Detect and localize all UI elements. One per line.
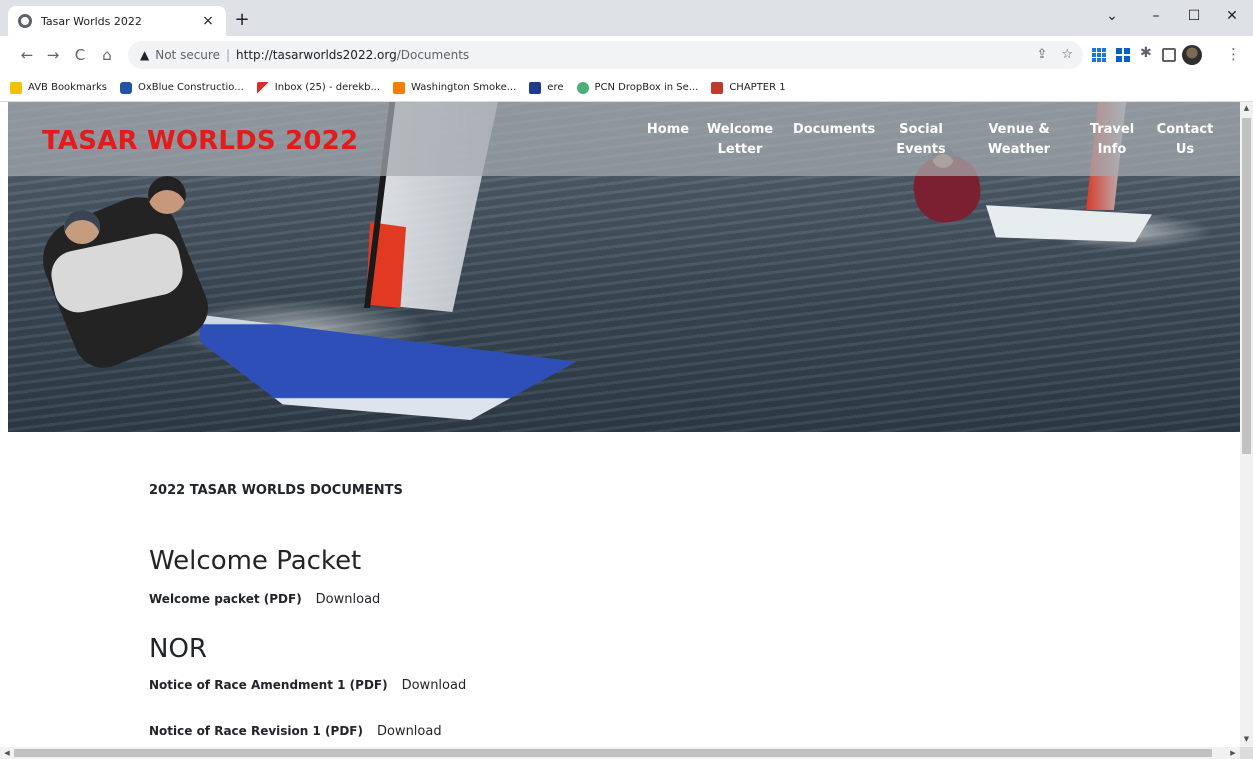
address-bar[interactable]: ▲ Not secure | http://tasarworlds2022.or… <box>128 41 1083 69</box>
bookmark-chapter-1[interactable]: CHAPTER 1 <box>711 81 786 94</box>
gmail-icon <box>256 81 269 94</box>
nav-venue-weather[interactable]: Venue & Weather <box>980 120 1058 160</box>
home-button[interactable]: ⌂ <box>98 46 116 64</box>
vertical-scrollbar[interactable]: ▲ ▼ <box>1240 102 1253 747</box>
scrollbar-corner <box>1240 747 1253 759</box>
bookmark-star-icon[interactable]: ☆ <box>1061 47 1073 62</box>
chapter-icon <box>711 81 724 94</box>
hero-image: TASAR WORLDS 2022 Home Welcome Letter Do… <box>8 102 1240 432</box>
foreground-sailor-head-2 <box>148 176 186 214</box>
browser-menu-icon[interactable]: ⋮ <box>1226 45 1241 63</box>
download-link[interactable]: Download <box>316 592 381 607</box>
scroll-right-arrow-icon[interactable]: ▶ <box>1227 747 1239 759</box>
doc-label: Welcome packet (PDF) <box>149 592 302 606</box>
ere-icon <box>529 81 542 94</box>
bookmarks-bar: AVB Bookmarks OxBlue Constructio... Inbo… <box>0 74 1253 102</box>
bookmark-inbox[interactable]: Inbox (25) - derekb... <box>256 81 380 94</box>
doc-label: Notice of Race Amendment 1 (PDF) <box>149 678 388 692</box>
forward-button[interactable]: → <box>44 46 62 64</box>
nav-documents[interactable]: Documents <box>793 120 875 140</box>
tab-strip: Tasar Worlds 2022 × + ⌄ – ☐ ✕ <box>0 0 1253 36</box>
horizontal-scroll-thumb[interactable] <box>14 749 1212 757</box>
windows-extension-icon[interactable] <box>1116 48 1130 62</box>
download-link[interactable]: Download <box>377 724 442 739</box>
reload-button[interactable]: C <box>71 46 89 64</box>
nav-travel-info[interactable]: Travel Info <box>1084 120 1140 160</box>
grid-extension-icon[interactable] <box>1092 48 1106 62</box>
bookmark-ere[interactable]: ere <box>529 81 564 94</box>
pcn-icon <box>576 81 589 94</box>
doc-label: Notice of Race Revision 1 (PDF) <box>149 724 363 738</box>
documents-heading: 2022 TASAR WORLDS DOCUMENTS <box>149 483 403 498</box>
nav-welcome-letter[interactable]: Welcome Letter <box>704 120 776 160</box>
foreground-hull <box>200 314 576 420</box>
share-icon[interactable]: ⇪ <box>1036 47 1047 62</box>
scroll-up-arrow-icon[interactable]: ▲ <box>1240 104 1253 112</box>
horizontal-scrollbar[interactable]: ◀ ▶ <box>0 747 1240 759</box>
url-path: /Documents <box>396 48 470 62</box>
warning-icon: ▲ <box>140 48 150 62</box>
bookmark-avb[interactable]: AVB Bookmarks <box>10 81 107 94</box>
security-status[interactable]: Not secure <box>155 48 220 62</box>
bookmark-oxblue[interactable]: OxBlue Constructio... <box>119 81 244 94</box>
bookmark-washington-smoke[interactable]: Washington Smoke... <box>393 81 516 94</box>
side-panel-icon[interactable] <box>1162 48 1176 62</box>
background-hull <box>986 205 1152 242</box>
site-title[interactable]: TASAR WORLDS 2022 <box>42 126 358 156</box>
minimize-button[interactable]: – <box>1146 8 1166 24</box>
section-title-welcome-packet: Welcome Packet <box>149 546 362 576</box>
omnibox-separator: | <box>225 48 231 62</box>
url-host: http://tasarworlds2022.org <box>236 48 397 62</box>
nav-home[interactable]: Home <box>640 120 696 140</box>
doc-row: Notice of Race Amendment 1 (PDF) Downloa… <box>149 678 466 693</box>
tab-title: Tasar Worlds 2022 <box>41 14 142 28</box>
bookmark-pcn-dropbox[interactable]: PCN DropBox in Se... <box>576 81 698 94</box>
window-close-button[interactable]: ✕ <box>1222 8 1242 24</box>
close-tab-icon[interactable]: × <box>200 13 216 29</box>
doc-row: Notice of Race Revision 1 (PDF) Download <box>149 724 442 739</box>
browser-tab[interactable]: Tasar Worlds 2022 × <box>8 6 226 36</box>
profile-avatar[interactable] <box>1182 45 1202 65</box>
nav-social-events[interactable]: Social Events <box>892 120 950 160</box>
download-link[interactable]: Download <box>402 678 467 693</box>
maximize-button[interactable]: ☐ <box>1184 8 1204 24</box>
oxblue-icon <box>119 81 132 94</box>
doc-row: Welcome packet (PDF) Download <box>149 592 380 607</box>
tab-search-icon[interactable]: ⌄ <box>1102 8 1122 24</box>
back-button[interactable]: ← <box>18 46 36 64</box>
folder-icon <box>10 81 22 94</box>
new-tab-button[interactable]: + <box>232 9 252 30</box>
page-viewport: TASAR WORLDS 2022 Home Welcome Letter Do… <box>8 102 1240 747</box>
section-title-nor: NOR <box>149 634 207 664</box>
blogger-icon <box>393 81 406 94</box>
browser-toolbar: ← → C ⌂ ▲ Not secure | http://tasarworld… <box>0 36 1253 74</box>
globe-icon <box>18 14 32 28</box>
nav-contact-us[interactable]: Contact Us <box>1156 120 1214 160</box>
extensions-puzzle-icon[interactable]: ✱ <box>1140 45 1154 61</box>
foreground-sailor-head-1 <box>64 210 100 244</box>
scroll-down-arrow-icon[interactable]: ▼ <box>1240 735 1253 743</box>
scroll-left-arrow-icon[interactable]: ◀ <box>1 747 13 759</box>
vertical-scroll-thumb[interactable] <box>1242 118 1251 454</box>
